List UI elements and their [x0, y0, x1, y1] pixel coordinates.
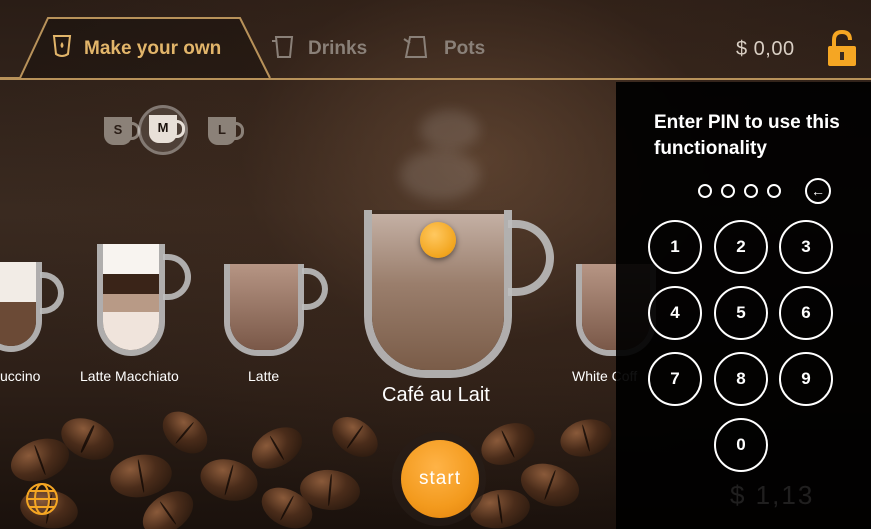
pin-key-2[interactable]: 2	[714, 220, 768, 274]
tab-pots[interactable]: Pots	[402, 28, 502, 72]
pin-key-3[interactable]: 3	[779, 220, 833, 274]
size-m-button[interactable]: M	[149, 115, 185, 143]
pin-digit-indicator	[721, 184, 735, 198]
cup-drop-icon	[52, 35, 72, 57]
size-s-button[interactable]: S	[104, 117, 140, 145]
drink-label: Latte	[248, 368, 280, 384]
size-label: M	[157, 120, 169, 135]
globe-icon[interactable]	[24, 481, 60, 517]
selected-drink-label: Café au Lait	[382, 384, 490, 406]
tab-drinks[interactable]: Drinks	[268, 28, 378, 72]
start-button[interactable]: start	[401, 440, 479, 518]
drink-label: uccino	[0, 368, 41, 384]
pin-digit-indicator	[698, 184, 712, 198]
tab-label: Make your own	[84, 38, 222, 59]
drink-label: Latte Macchiato	[80, 368, 179, 384]
balance-display: $ 0,00	[736, 38, 795, 60]
cup-illustration	[224, 264, 304, 356]
pin-entry-panel: Enter PIN to use this functionality ← 1 …	[616, 82, 871, 529]
coffee-machine-screen: Make your own Drinks Pots $ 0,00 S M L u…	[0, 0, 871, 529]
cup-illustration	[0, 262, 42, 352]
lock-icon[interactable]	[826, 30, 858, 68]
size-l-button[interactable]: L	[208, 117, 244, 145]
pot-icon	[403, 36, 428, 58]
steam-decoration	[420, 110, 480, 150]
pin-key-0[interactable]: 0	[714, 418, 768, 472]
cup-handle	[40, 272, 64, 314]
pin-key-5[interactable]: 5	[714, 286, 768, 340]
top-navigation-bar: Make your own Drinks Pots $ 0,00	[0, 0, 871, 80]
steam-decoration	[400, 150, 480, 200]
tab-label: Drinks	[308, 38, 368, 59]
coffee-strength-slider-knob[interactable]	[420, 222, 456, 258]
pin-prompt-title: Enter PIN to use this functionality	[654, 112, 840, 159]
cup-illustration	[97, 244, 165, 356]
tab-make-your-own[interactable]: Make your own	[44, 28, 244, 72]
pin-key-8[interactable]: 8	[714, 352, 768, 406]
pin-key-4[interactable]: 4	[648, 286, 702, 340]
size-label: L	[218, 122, 226, 137]
pin-key-1[interactable]: 1	[648, 220, 702, 274]
pin-backspace-button[interactable]: ←	[805, 178, 831, 204]
pin-key-7[interactable]: 7	[648, 352, 702, 406]
arrow-left-icon: ←	[811, 183, 825, 199]
cup-handle	[302, 268, 328, 310]
tab-label: Pots	[444, 38, 486, 59]
size-label: S	[113, 122, 123, 137]
cup-handle	[508, 220, 554, 296]
background-price-display: $ 1,13	[730, 480, 815, 510]
cup-handle	[163, 254, 191, 300]
pin-key-9[interactable]: 9	[779, 352, 833, 406]
glass-icon	[272, 36, 294, 58]
pin-digit-indicator	[744, 184, 758, 198]
pin-digit-indicator	[767, 184, 781, 198]
pin-key-6[interactable]: 6	[779, 286, 833, 340]
